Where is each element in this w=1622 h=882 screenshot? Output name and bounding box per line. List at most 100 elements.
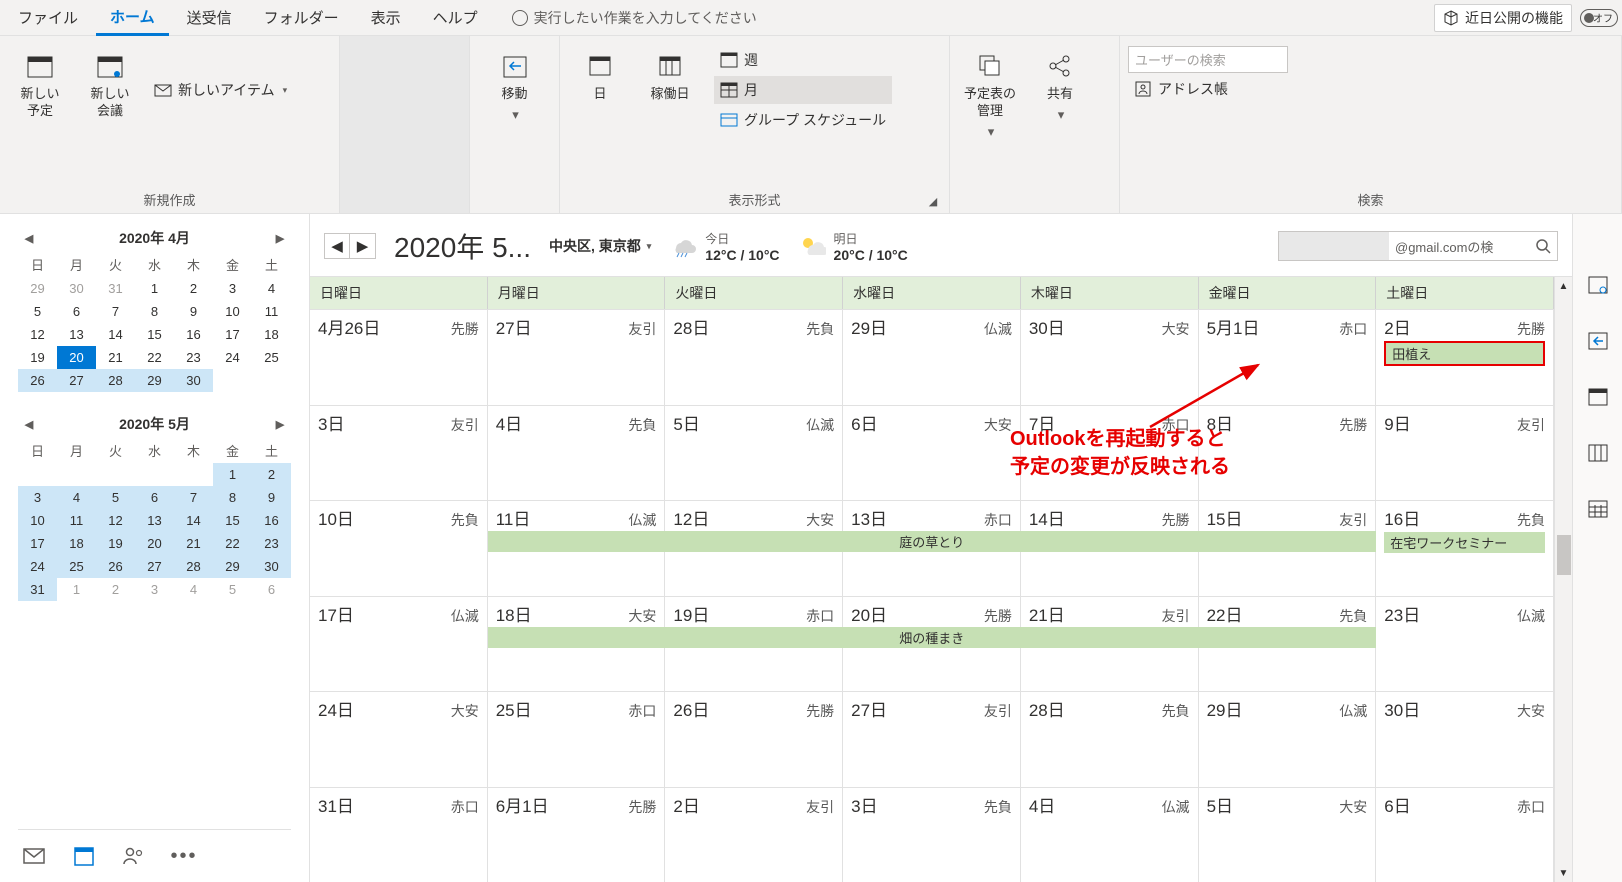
calendar-cell[interactable]: 5日大安 [1199, 788, 1377, 882]
tab-file[interactable]: ファイル [4, 1, 92, 34]
calendar-cell[interactable]: 3日友引 [310, 406, 488, 501]
calendar-cell[interactable]: 6月1日先勝 [488, 788, 666, 882]
mini-prev-button[interactable]: ◀ [22, 417, 36, 431]
location-selector[interactable]: 中央区, 東京都▾ [549, 236, 651, 256]
calendar-month-icon[interactable] [1587, 498, 1609, 520]
mini-day[interactable]: 25 [252, 346, 291, 369]
mini-day[interactable]: 4 [57, 486, 96, 509]
mini-day[interactable]: 2 [96, 578, 135, 601]
mini-day[interactable]: 5 [96, 486, 135, 509]
mini-day[interactable]: 29 [135, 369, 174, 392]
new-items-button[interactable]: 新しいアイテム ▾ [148, 76, 293, 104]
calendar-cell[interactable]: 2日先勝田植え [1376, 310, 1554, 405]
weather-today[interactable]: 今日12°C / 10°C [669, 230, 779, 263]
mini-day[interactable]: 8 [213, 486, 252, 509]
mini-day[interactable]: 9 [252, 486, 291, 509]
calendar-cell[interactable]: 4日先負 [488, 406, 666, 501]
calendar-cell[interactable]: 25日赤口 [488, 692, 666, 787]
scroll-thumb[interactable] [1557, 535, 1571, 575]
scroll-down-icon[interactable]: ▼ [1555, 864, 1572, 882]
calendar-cell[interactable]: 30日大安 [1376, 692, 1554, 787]
new-appointment-button[interactable]: 新しい 予定 [8, 46, 72, 124]
dialog-launcher-icon[interactable]: ◢ [927, 195, 939, 207]
prev-month-button[interactable]: ◀ [324, 233, 350, 259]
mini-day[interactable]: 6 [57, 300, 96, 323]
mini-day[interactable]: 1 [135, 277, 174, 300]
people-pane-icon[interactable] [1587, 274, 1609, 296]
mini-day[interactable]: 20 [135, 532, 174, 555]
calendar-cell[interactable]: 8日先勝 [1199, 406, 1377, 501]
mini-day[interactable]: 20 [57, 346, 96, 369]
calendar-cell[interactable]: 10日先負 [310, 501, 488, 596]
mini-day[interactable]: 18 [252, 323, 291, 346]
mini-day[interactable]: 4 [174, 578, 213, 601]
mini-day[interactable]: 13 [57, 323, 96, 346]
weather-tomorrow[interactable]: 明日20°C / 10°C [798, 230, 908, 263]
mini-day[interactable]: 15 [135, 323, 174, 346]
mini-day[interactable]: 26 [18, 369, 57, 392]
next-month-button[interactable]: ▶ [350, 233, 376, 259]
calendar-cell[interactable]: 27日友引 [843, 692, 1021, 787]
mini-day[interactable] [213, 369, 252, 392]
mini-day[interactable]: 28 [174, 555, 213, 578]
mini-day[interactable]: 28 [96, 369, 135, 392]
calendar-event[interactable]: 田植え [1384, 341, 1545, 366]
tell-me-search[interactable]: 実行したい作業を入力してください [512, 8, 757, 28]
mini-day[interactable]: 12 [96, 509, 135, 532]
mini-day[interactable]: 21 [96, 346, 135, 369]
mini-prev-button[interactable]: ◀ [22, 231, 36, 245]
tab-sendrecv[interactable]: 送受信 [173, 1, 246, 34]
mini-day[interactable] [96, 463, 135, 486]
calendar-event[interactable]: 在宅ワークセミナー [1384, 532, 1545, 553]
calendar-cell[interactable]: 24日大安 [310, 692, 488, 787]
day-view-button[interactable]: 日 [568, 46, 632, 107]
calendar-cell[interactable]: 31日赤口 [310, 788, 488, 882]
tab-help[interactable]: ヘルプ [419, 1, 492, 34]
mini-day[interactable]: 31 [96, 277, 135, 300]
mini-day[interactable] [174, 463, 213, 486]
mini-day[interactable]: 10 [213, 300, 252, 323]
manage-calendars-button[interactable]: 予定表の 管理▾ [958, 46, 1022, 145]
vertical-scrollbar[interactable]: ▲ ▼ [1554, 277, 1572, 882]
calendar-cell[interactable]: 6日赤口 [1376, 788, 1554, 882]
month-view-button[interactable]: 月 [714, 76, 892, 104]
mini-day[interactable] [135, 463, 174, 486]
mini-day[interactable]: 19 [18, 346, 57, 369]
mini-day[interactable]: 18 [57, 532, 96, 555]
mini-day[interactable]: 11 [57, 509, 96, 532]
calendar-cell[interactable]: 2日友引 [665, 788, 843, 882]
mini-day[interactable]: 30 [57, 277, 96, 300]
mini-day[interactable] [252, 369, 291, 392]
mini-day[interactable]: 24 [213, 346, 252, 369]
mini-next-button[interactable]: ▶ [273, 231, 287, 245]
tab-view[interactable]: 表示 [357, 1, 415, 34]
nav-calendar-icon[interactable] [72, 844, 96, 868]
calendar-cell[interactable]: 5日仏滅 [665, 406, 843, 501]
mini-day[interactable]: 7 [174, 486, 213, 509]
mini-day[interactable]: 2 [174, 277, 213, 300]
calendar-cell[interactable]: 6日大安 [843, 406, 1021, 501]
mini-day[interactable]: 5 [18, 300, 57, 323]
calendar-cell[interactable]: 28日先負 [665, 310, 843, 405]
search-icon[interactable] [1529, 238, 1557, 254]
mini-day[interactable]: 1 [57, 578, 96, 601]
mini-day[interactable]: 17 [213, 323, 252, 346]
mini-day[interactable]: 13 [135, 509, 174, 532]
calendar-event[interactable]: 庭の草とり [488, 531, 1376, 552]
mini-day[interactable]: 16 [252, 509, 291, 532]
calendar-cell[interactable]: 27日友引 [488, 310, 666, 405]
coming-soon-toggle[interactable]: オフ [1580, 9, 1618, 27]
calendar-cell[interactable]: 4月26日先勝 [310, 310, 488, 405]
mini-day[interactable]: 27 [57, 369, 96, 392]
mini-day[interactable]: 9 [174, 300, 213, 323]
mini-day[interactable]: 14 [96, 323, 135, 346]
calendar-back-icon[interactable] [1587, 330, 1609, 352]
mini-day[interactable]: 1 [213, 463, 252, 486]
calendar-day-icon[interactable] [1587, 386, 1609, 408]
calendar-cell[interactable]: 4日仏滅 [1021, 788, 1199, 882]
mini-day[interactable]: 16 [174, 323, 213, 346]
mini-day[interactable]: 8 [135, 300, 174, 323]
calendar-cell[interactable]: 28日先負 [1021, 692, 1199, 787]
mini-day[interactable]: 5 [213, 578, 252, 601]
calendar-cell[interactable]: 7日赤口 [1021, 406, 1199, 501]
